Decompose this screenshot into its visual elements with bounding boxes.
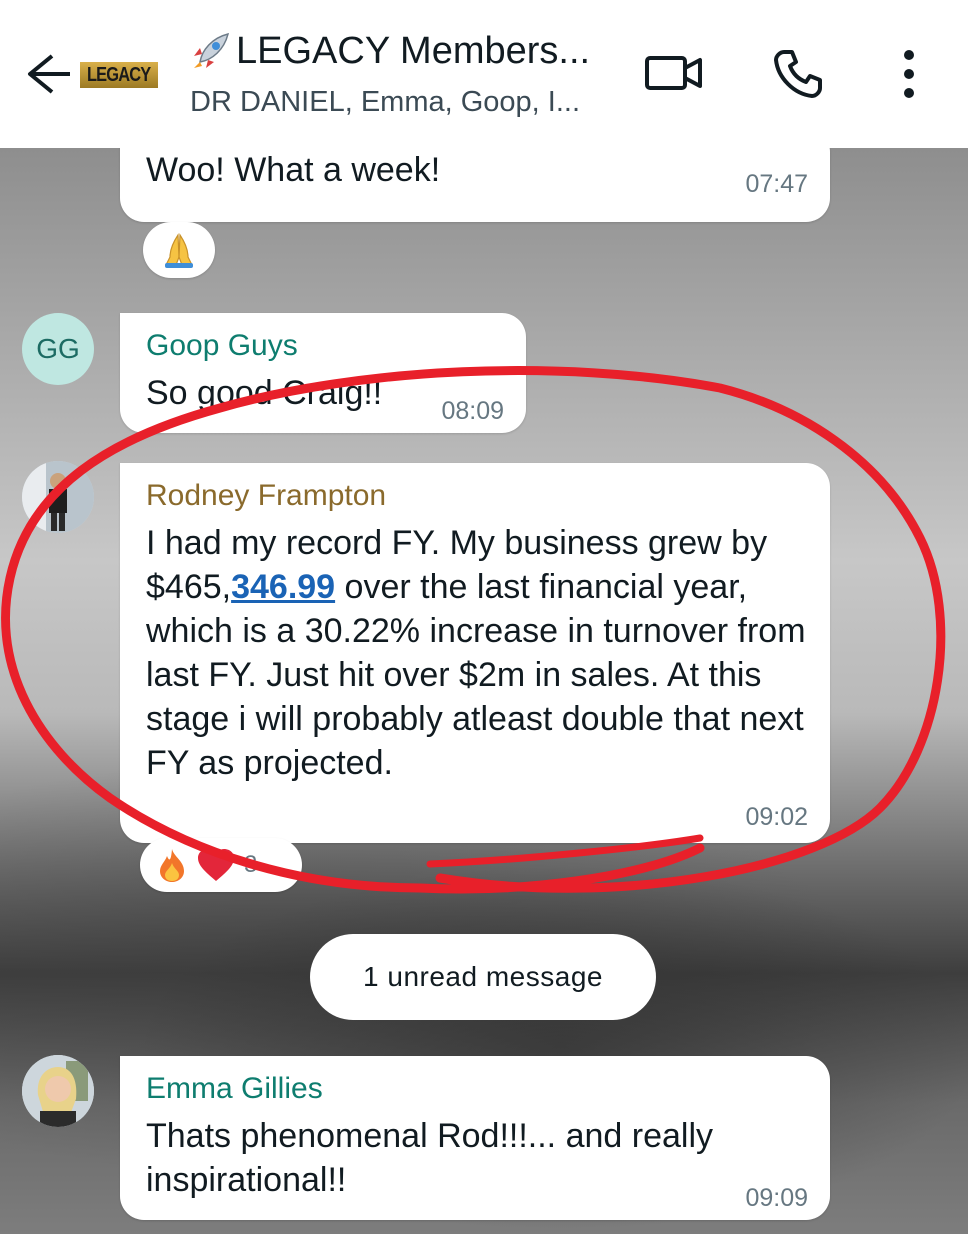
reaction-pill[interactable]	[143, 222, 215, 278]
folded-hands-icon	[165, 233, 193, 268]
group-title: LEGACY Members...	[236, 29, 591, 72]
reaction-pill[interactable]: 3	[140, 838, 302, 892]
legacy-logo: LEGACY	[80, 62, 158, 88]
chat-area[interactable]: Woo! What a week! 07:47 GG Goop Guys So …	[0, 148, 968, 1234]
group-info[interactable]: LEGACY Members... DR DANIEL, Emma, Goop,…	[190, 26, 620, 119]
profile-photo	[22, 1055, 94, 1127]
message-time: 08:09	[441, 397, 504, 425]
message-text: Woo! What a week!	[146, 151, 441, 189]
voice-call-icon[interactable]	[770, 46, 826, 102]
group-avatar[interactable]: LEGACY	[74, 30, 164, 120]
message-text: So good Craig!!	[146, 374, 383, 412]
unread-messages-divider: 1 unread message	[310, 934, 656, 1020]
sender-name[interactable]: Rodney Frampton	[146, 479, 386, 513]
profile-photo	[22, 461, 94, 533]
avatar-initials: GG	[36, 333, 80, 364]
message-time: 07:47	[745, 170, 808, 198]
logo-text: LEGACY	[87, 63, 151, 86]
message-time: 09:09	[745, 1184, 808, 1212]
message-bubble-goop[interactable]: Goop Guys So good Craig!! 08:09	[120, 313, 526, 433]
reaction-count: 3	[244, 851, 258, 878]
group-title-row: LEGACY Members...	[190, 26, 620, 76]
sender-name[interactable]: Emma Gillies	[146, 1072, 323, 1106]
arrow-left-icon[interactable]	[18, 50, 74, 98]
rocket-icon	[194, 32, 230, 68]
avatar[interactable]: GG	[22, 313, 94, 385]
phone-number-link[interactable]: 346.99	[231, 568, 335, 606]
red-heart-icon	[198, 849, 234, 881]
sender-name[interactable]: Goop Guys	[146, 329, 298, 363]
fire-icon	[160, 849, 184, 882]
message-bubble-rodney[interactable]: Rodney Frampton I had my record FY. My b…	[120, 463, 830, 843]
group-members: DR DANIEL, Emma, Goop, I...	[190, 86, 580, 118]
chat-header: LEGACY LEGACY Members... DR DANIEL, Emma…	[0, 0, 968, 148]
video-call-icon[interactable]	[644, 50, 704, 96]
avatar[interactable]	[22, 461, 94, 533]
message-time: 09:02	[745, 803, 808, 831]
message-bubble-emma[interactable]: Emma Gillies Thats phenomenal Rod!!!... …	[120, 1056, 830, 1220]
message-text: I had my record FY. My business grew by …	[146, 521, 806, 785]
message-text: Thats phenomenal Rod!!!... and really in…	[146, 1117, 713, 1199]
message-bubble-woo[interactable]: Woo! What a week! 07:47	[120, 148, 830, 222]
avatar[interactable]	[22, 1055, 94, 1127]
more-options-icon[interactable]	[896, 46, 922, 102]
